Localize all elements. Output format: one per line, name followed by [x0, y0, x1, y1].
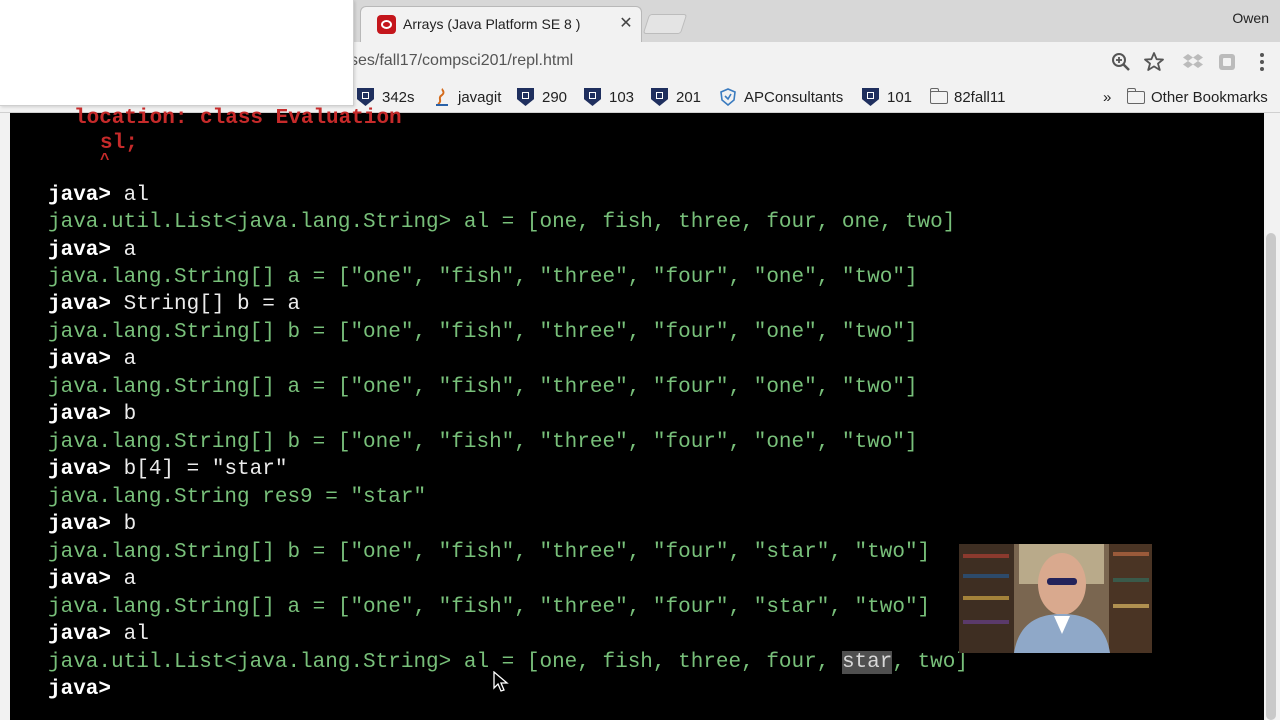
bookmark-342s[interactable]: 342s — [357, 86, 415, 108]
output-line: java.lang.String res9 = "star" — [48, 486, 427, 509]
error-location-line: location: class Evaluation — [74, 107, 402, 130]
shield-icon — [651, 88, 668, 106]
profile-name[interactable]: Owen — [1232, 10, 1269, 26]
prompt-line: java> al — [48, 184, 149, 207]
prompt-line: java> a — [48, 568, 137, 591]
prompt-line: java> al — [48, 623, 149, 646]
tab-close-icon[interactable]: ✕ — [617, 13, 635, 33]
shield-icon — [357, 88, 374, 106]
selected-text-highlight: star — [841, 651, 893, 674]
oracle-favicon-icon — [377, 15, 396, 34]
prompt-line: java> a — [48, 239, 137, 262]
folder-icon — [1127, 87, 1145, 104]
dropbox-icon[interactable] — [1181, 50, 1205, 74]
javagit-icon — [436, 88, 448, 106]
bookmark-101[interactable]: 101 — [862, 86, 912, 108]
shield-icon — [862, 88, 879, 106]
bookmark-201[interactable]: 201 — [651, 86, 701, 108]
tab-title: Arrays (Java Platform SE 8 ) — [403, 16, 581, 32]
new-tab-button[interactable] — [642, 14, 688, 34]
url-field[interactable]: ses/fall17/compsci201/repl.html — [350, 52, 573, 70]
bookmark-103[interactable]: 103 — [584, 86, 634, 108]
tab-arrays[interactable]: Arrays (Java Platform SE 8 ) ✕ — [360, 6, 642, 42]
popup-panel — [0, 0, 354, 106]
prompt-line: java> a — [48, 348, 137, 371]
apconsultants-icon — [720, 88, 736, 106]
mouse-cursor-icon — [493, 671, 509, 692]
folder-icon — [930, 87, 948, 104]
shield-icon — [517, 88, 534, 106]
webcam-video — [959, 544, 1152, 653]
page-content: location: class Evaluation sl; ^ java> a… — [0, 107, 1280, 720]
extension-icon[interactable] — [1215, 50, 1239, 74]
output-line: java.lang.String[] a = ["one", "fish", "… — [48, 596, 931, 619]
webcam-frame-icon — [959, 544, 1152, 653]
output-line: java.lang.String[] a = ["one", "fish", "… — [48, 376, 918, 399]
bookmark-82fall11[interactable]: 82fall11 — [930, 86, 1005, 108]
bookmark-290[interactable]: 290 — [517, 86, 567, 108]
output-line: java.lang.String[] b = ["one", "fish", "… — [48, 321, 918, 344]
output-line: java.lang.String[] b = ["one", "fish", "… — [48, 431, 918, 454]
scrollbar[interactable] — [1266, 233, 1276, 720]
zoom-icon[interactable] — [1109, 50, 1133, 74]
prompt-line: java> b[4] = "star" — [48, 458, 288, 481]
output-line: java.lang.String[] b = ["one", "fish", "… — [48, 541, 931, 564]
prompt-line: java> b — [48, 513, 137, 536]
error-caret: ^ — [100, 151, 110, 169]
prompt-line: java> b — [48, 403, 137, 426]
bookmark-apconsultants[interactable]: APConsultants — [719, 86, 843, 108]
shield-icon — [584, 88, 601, 106]
other-bookmarks[interactable]: Other Bookmarks — [1127, 86, 1268, 108]
bookmarks-overflow-button[interactable]: » — [1103, 86, 1111, 108]
output-line: java.lang.String[] a = ["one", "fish", "… — [48, 266, 918, 289]
menu-icon[interactable] — [1250, 50, 1274, 74]
active-prompt[interactable]: java> — [48, 678, 124, 701]
output-line: java.util.List<java.lang.String> al = [o… — [48, 211, 956, 234]
star-bookmark-icon[interactable] — [1142, 50, 1166, 74]
bookmark-javagit[interactable]: javagit — [434, 86, 501, 108]
prompt-line: java> String[] b = a — [48, 293, 301, 316]
